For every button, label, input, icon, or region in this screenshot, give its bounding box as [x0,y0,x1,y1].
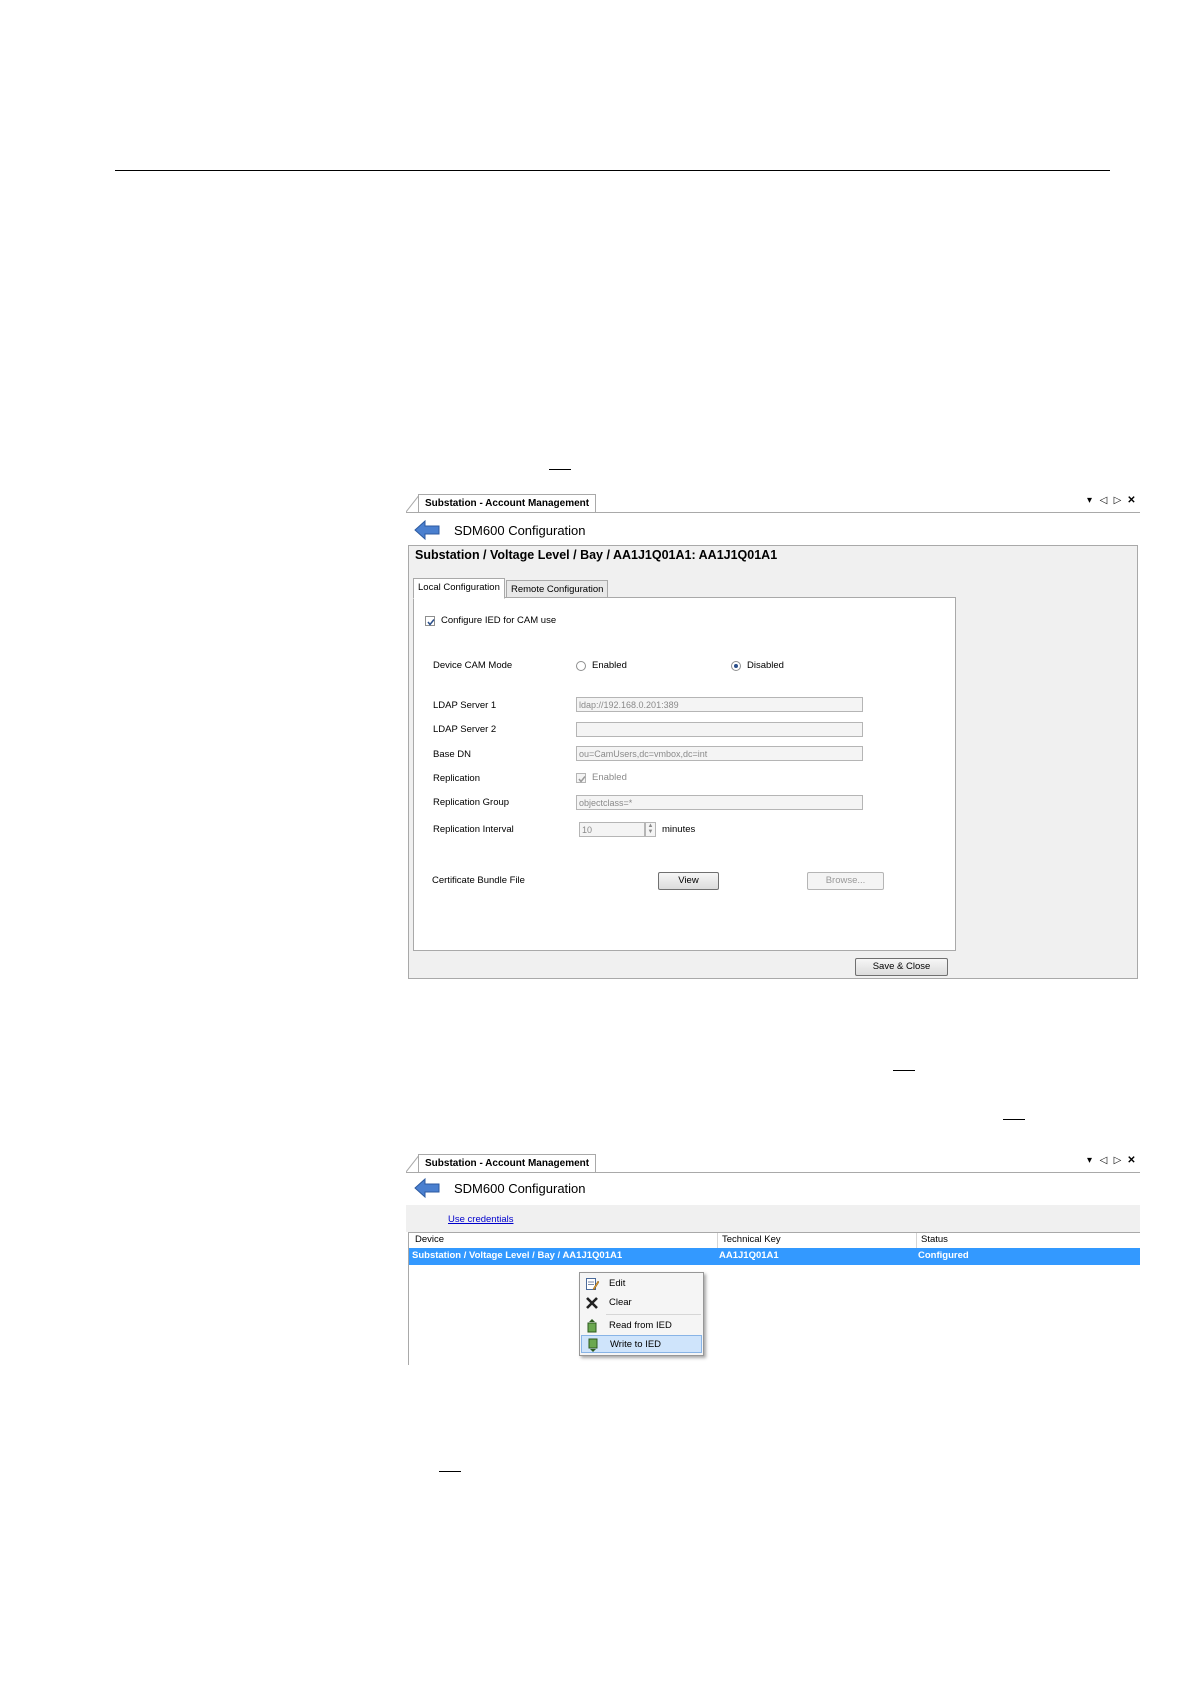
close-icon[interactable]: ✕ [1127,1155,1136,1166]
document-tab[interactable]: Substation - Account Management [418,1154,597,1172]
configure-ied-label: Configure IED for CAM use [441,615,557,626]
cam-mode-enabled-radio[interactable] [576,661,586,671]
use-credentials-link[interactable]: Use credentials [448,1214,513,1225]
menu-item-read-from-ied[interactable]: Read from IED [581,1317,702,1335]
menu-item-label: Clear [609,1297,632,1308]
config-header: SDM600 Configuration [414,1176,586,1200]
document-tabstrip: Substation - Account Management ▾ ◁ ▷ ✕ [406,1152,1140,1173]
dropdown-arrow-icon[interactable]: ▾ [1085,495,1094,506]
interval-stepper[interactable]: ▲ ▼ [645,822,656,837]
credentials-bar: Use credentials [406,1205,1140,1232]
ldap-server-1-field[interactable]: ldap://192.168.0.201:389 [576,697,863,712]
window-controls: ▾ ◁ ▷ ✕ [1085,495,1136,506]
column-divider[interactable] [717,1233,718,1248]
checkmark-icon [427,619,435,626]
cam-mode-disabled-label: Disabled [747,660,784,671]
replication-label: Replication [433,773,480,784]
configure-ied-checkbox[interactable] [425,616,435,626]
close-icon[interactable]: ✕ [1127,495,1136,506]
reference-mark [893,1070,915,1071]
grid-header: Device Technical Key Status [409,1233,1140,1249]
column-header-device[interactable]: Device [415,1234,444,1245]
cam-mode-disabled-radio[interactable] [731,661,741,671]
save-close-button[interactable]: Save & Close [855,958,948,976]
row-technical-key: AA1J1Q01A1 [719,1250,779,1261]
edit-icon [586,1278,599,1291]
row-status: Configured [918,1250,969,1261]
back-arrow-icon[interactable] [414,1177,440,1199]
replication-enabled-label: Enabled [592,772,627,783]
config-body: Substation / Voltage Level / Bay / AA1J1… [408,545,1138,979]
ldap-server-1-label: LDAP Server 1 [433,700,497,711]
scroll-left-icon[interactable]: ◁ [1099,1155,1108,1166]
context-menu: Edit Clear Read from IED Write to IED [579,1272,704,1356]
scroll-right-icon[interactable]: ▷ [1113,495,1122,506]
local-configuration-page: Configure IED for CAM use Device CAM Mod… [413,597,956,951]
replication-interval-label: Replication Interval [433,824,514,835]
breadcrumb: Substation / Voltage Level / Bay / AA1J1… [415,548,778,562]
reference-mark [1003,1119,1025,1120]
column-divider[interactable] [916,1233,917,1248]
menu-item-label: Write to IED [610,1339,662,1350]
menu-item-label: Edit [609,1278,626,1289]
reference-mark [549,469,571,470]
reference-mark [439,1471,461,1472]
scroll-right-icon[interactable]: ▷ [1113,1155,1122,1166]
tab-local-configuration[interactable]: Local Configuration [413,578,505,599]
clear-icon [586,1297,598,1309]
config-header: SDM600 Configuration [414,518,586,542]
ldap-server-2-label: LDAP Server 2 [433,724,497,735]
table-row[interactable]: Substation / Voltage Level / Bay / AA1J1… [409,1248,1140,1265]
cam-mode-label: Device CAM Mode [433,660,513,671]
device-grid: Device Technical Key Status Substation /… [408,1232,1140,1365]
menu-item-write-to-ied[interactable]: Write to IED [581,1335,702,1353]
document-tabstrip: Substation - Account Management ▾ ◁ ▷ ✕ [406,492,1140,513]
replication-group-label: Replication Group [433,797,510,808]
cam-mode-enabled-label: Enabled [592,660,627,671]
back-arrow-icon[interactable] [414,519,440,541]
read-from-ied-icon [587,1319,597,1333]
replication-enabled-checkbox[interactable] [576,773,586,783]
page-title: SDM600 Configuration [454,522,586,538]
dropdown-arrow-icon[interactable]: ▾ [1085,1155,1094,1166]
account-management-window: Substation - Account Management ▾ ◁ ▷ ✕ … [406,492,1140,979]
column-header-status[interactable]: Status [921,1234,948,1245]
menu-separator [606,1314,701,1315]
page-title: SDM600 Configuration [454,1180,586,1196]
replication-group-field[interactable]: objectclass=* [576,795,863,810]
scroll-left-icon[interactable]: ◁ [1099,495,1108,506]
account-management-window-devices: Substation - Account Management ▾ ◁ ▷ ✕ … [406,1152,1140,1365]
base-dn-label: Base DN [433,749,472,760]
column-header-technical-key[interactable]: Technical Key [722,1234,781,1245]
menu-item-label: Read from IED [609,1320,672,1331]
replication-interval-input[interactable]: 10 [579,822,645,837]
device-area: Use credentials Device Technical Key Sta… [406,1205,1140,1365]
write-to-ied-icon [588,1338,598,1352]
window-controls: ▾ ◁ ▷ ✕ [1085,1155,1136,1166]
menu-item-clear[interactable]: Clear [581,1294,702,1312]
browse-button[interactable]: Browse... [807,872,884,890]
interval-unit-label: minutes [662,824,696,835]
ldap-server-2-field[interactable] [576,722,863,737]
base-dn-field[interactable]: ou=CamUsers,dc=vmbox,dc=int [576,746,863,761]
view-button[interactable]: View [658,872,719,890]
page-header-rule [115,170,1110,171]
row-device: Substation / Voltage Level / Bay / AA1J1… [412,1250,623,1261]
document-tab[interactable]: Substation - Account Management [418,494,597,512]
certificate-label: Certificate Bundle File [432,875,525,886]
checkmark-icon [578,776,586,783]
menu-item-edit[interactable]: Edit [581,1275,702,1293]
